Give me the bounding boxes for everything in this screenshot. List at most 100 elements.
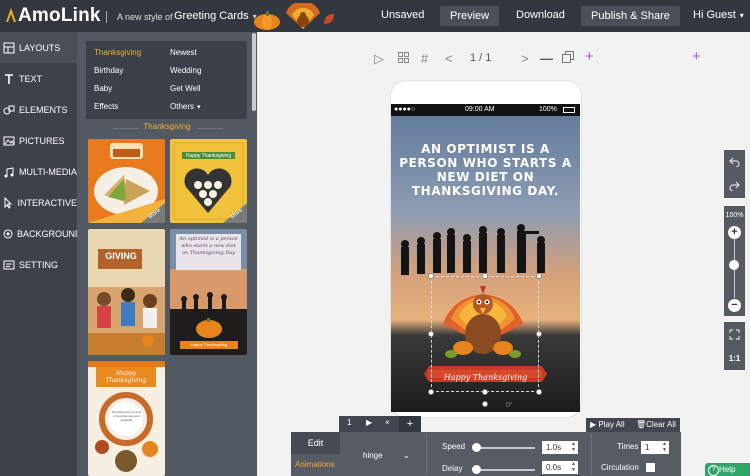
add-icon[interactable]: +: [692, 48, 701, 65]
category-thanksgiving[interactable]: Thanksgiving: [94, 48, 141, 57]
chevron-down-icon: ⌄: [403, 451, 410, 460]
app-logo[interactable]: AmoLink: [18, 5, 101, 27]
circulation-checkbox[interactable]: [646, 463, 655, 472]
panel-scrollbar-thumb[interactable]: [252, 33, 256, 111]
grid-view-icon[interactable]: [398, 51, 409, 66]
sidebar-item-label: PICTURES: [19, 135, 65, 146]
close-icon[interactable]: ×: [385, 418, 390, 427]
resize-handle[interactable]: [428, 331, 434, 337]
stepper-icon: ▲ ▼: [571, 461, 576, 473]
clear-all-button[interactable]: 🗑Clear All: [636, 420, 676, 429]
play-all-button[interactable]: ▶ Play All: [590, 420, 625, 429]
times-input[interactable]: 1 ▲ ▼: [641, 441, 669, 454]
delay-slider-knob[interactable]: [472, 465, 481, 474]
play-icon[interactable]: ▷: [374, 51, 384, 67]
sidebar-item-layouts[interactable]: LAYOUTS: [0, 32, 77, 63]
sidebar-item-text[interactable]: TEXT: [0, 63, 77, 94]
category-others[interactable]: Others ▾: [170, 102, 201, 111]
undo-icon: [729, 157, 740, 167]
pumpkin-decoration-icon: [254, 11, 280, 30]
speed-input[interactable]: 1.0s ▲ ▼: [542, 441, 578, 454]
unsaved-status: Unsaved: [381, 9, 425, 21]
chevron-down-icon: ▾: [739, 11, 744, 20]
zoom-control: 100% + −: [724, 206, 745, 316]
resize-handle[interactable]: [536, 273, 542, 279]
zoom-slider-knob[interactable]: [729, 260, 739, 270]
selection-box[interactable]: [431, 276, 539, 392]
template-thumbnail[interactable]: An optimist is a person who starts a new…: [170, 229, 247, 355]
animation-page-tab[interactable]: 1: [347, 418, 351, 427]
sidebar-item-label: MULTI-MEDIA: [19, 166, 77, 177]
next-page-icon[interactable]: >: [521, 51, 529, 66]
speed-slider-knob[interactable]: [472, 443, 481, 452]
sidebar-item-label: INTERACTIVE: [17, 197, 77, 208]
sidebar-item-multi-media[interactable]: MULTI-MEDIA: [0, 156, 77, 187]
category-newest[interactable]: Newest: [170, 48, 197, 57]
play-all-label: Play All: [598, 420, 625, 429]
template-thumbnail[interactable]: GIVING: [88, 229, 165, 355]
rotate-handle[interactable]: [482, 401, 488, 407]
sidebar-item-pictures[interactable]: PICTURES: [0, 125, 77, 156]
sidebar-item-elements[interactable]: ELEMENTS: [0, 94, 77, 125]
resize-handle[interactable]: [428, 273, 434, 279]
delay-value: 0.0s: [546, 463, 562, 472]
category-get-well[interactable]: Get Well: [170, 84, 201, 93]
fit-screen-button[interactable]: [724, 322, 745, 346]
card-type-selector[interactable]: Greeting Cards ▾: [174, 10, 257, 22]
add-page-icon[interactable]: +: [585, 48, 594, 65]
gridlines-icon[interactable]: #: [421, 51, 428, 66]
chevron-down-icon: ▾: [197, 104, 201, 111]
clear-all-label: Clear All: [646, 420, 676, 429]
template-thumbnail[interactable]: More: [88, 139, 165, 223]
card-headline[interactable]: AN OPTIMIST IS A PERSON WHO STARTS A NEW…: [399, 142, 572, 198]
template-quote-text: An optimist is a person who starts a new…: [179, 236, 238, 256]
category-label: Others: [170, 102, 195, 111]
template-panel: Thanksgiving Newest Birthday Wedding Bab…: [77, 32, 257, 476]
resize-handle[interactable]: [428, 389, 434, 395]
duplicate-page-icon[interactable]: [562, 51, 574, 66]
delay-input[interactable]: 0.0s ▲ ▼: [542, 461, 578, 474]
template-thumbnail[interactable]: Happy Thanksgiving More: [170, 139, 247, 223]
animation-page-tabs: 1 ▶ × +: [339, 416, 421, 432]
card-type-label: Greeting Cards: [174, 10, 249, 22]
tab-animations[interactable]: Animations: [291, 454, 340, 476]
resize-handle[interactable]: [536, 331, 542, 337]
speed-slider-track[interactable]: [475, 447, 535, 449]
redo-icon: [729, 181, 740, 191]
preview-button[interactable]: Preview: [440, 6, 500, 26]
sidebar-item-interactive[interactable]: INTERACTIVE: [0, 187, 77, 218]
background-icon: [2, 227, 14, 241]
category-birthday[interactable]: Birthday: [94, 66, 123, 75]
sidebar-item-background[interactable]: BACKGROUND: [0, 218, 82, 249]
category-effects[interactable]: Effects: [94, 102, 118, 111]
rotation-readout: 0°: [506, 402, 513, 409]
template-thumbnail[interactable]: Happy Thanksgiving Thanksgiving is a tim…: [88, 361, 165, 476]
download-button[interactable]: Download: [516, 9, 565, 21]
trash-icon: 🗑: [636, 420, 647, 429]
actual-size-button[interactable]: 1:1: [724, 346, 745, 370]
animation-effect-select[interactable]: hinge ⌄: [355, 449, 415, 463]
help-button[interactable]: Help: [705, 463, 750, 476]
page-indicator: 1 / 1: [470, 52, 492, 64]
speed-value: 1.0s: [546, 443, 562, 452]
redo-button[interactable]: [724, 174, 745, 198]
resize-handle[interactable]: [536, 389, 542, 395]
zoom-out-button[interactable]: −: [728, 299, 741, 312]
resize-handle[interactable]: [482, 273, 488, 279]
text-icon: [2, 72, 16, 86]
phone-status-bar: ●●●●○ 09:00 AM 100%: [391, 104, 580, 116]
category-baby[interactable]: Baby: [94, 84, 112, 93]
delay-slider-track[interactable]: [475, 469, 535, 471]
prev-page-icon[interactable]: <: [445, 51, 453, 66]
sidebar-item-setting[interactable]: SETTING: [0, 249, 77, 280]
tab-edit[interactable]: Edit: [291, 432, 340, 454]
category-wedding[interactable]: Wedding: [170, 66, 201, 75]
publish-share-button[interactable]: Publish & Share: [581, 6, 680, 26]
undo-button[interactable]: [724, 150, 745, 174]
delete-page-icon[interactable]: —: [540, 51, 553, 66]
resize-handle[interactable]: [482, 389, 488, 395]
play-icon[interactable]: ▶: [366, 418, 372, 427]
add-animation-button[interactable]: +: [399, 416, 421, 432]
sidebar-item-label: BACKGROUND: [17, 228, 82, 239]
user-menu[interactable]: Hi Guest ▾: [693, 9, 744, 21]
